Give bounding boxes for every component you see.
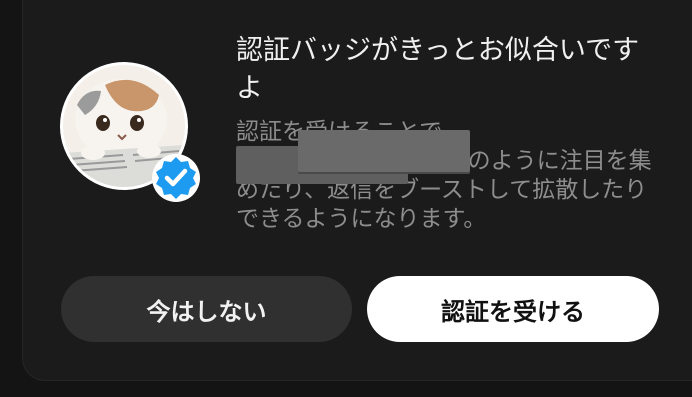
dialog-title: 認証バッジがきっとお似合いです よ <box>236 35 640 104</box>
get-verified-button[interactable]: 認証を受ける <box>367 276 659 342</box>
avatar-container <box>60 62 200 202</box>
not-now-button[interactable]: 今はしない <box>61 276 352 342</box>
redaction-block <box>298 130 470 172</box>
verified-check-icon <box>152 154 200 202</box>
